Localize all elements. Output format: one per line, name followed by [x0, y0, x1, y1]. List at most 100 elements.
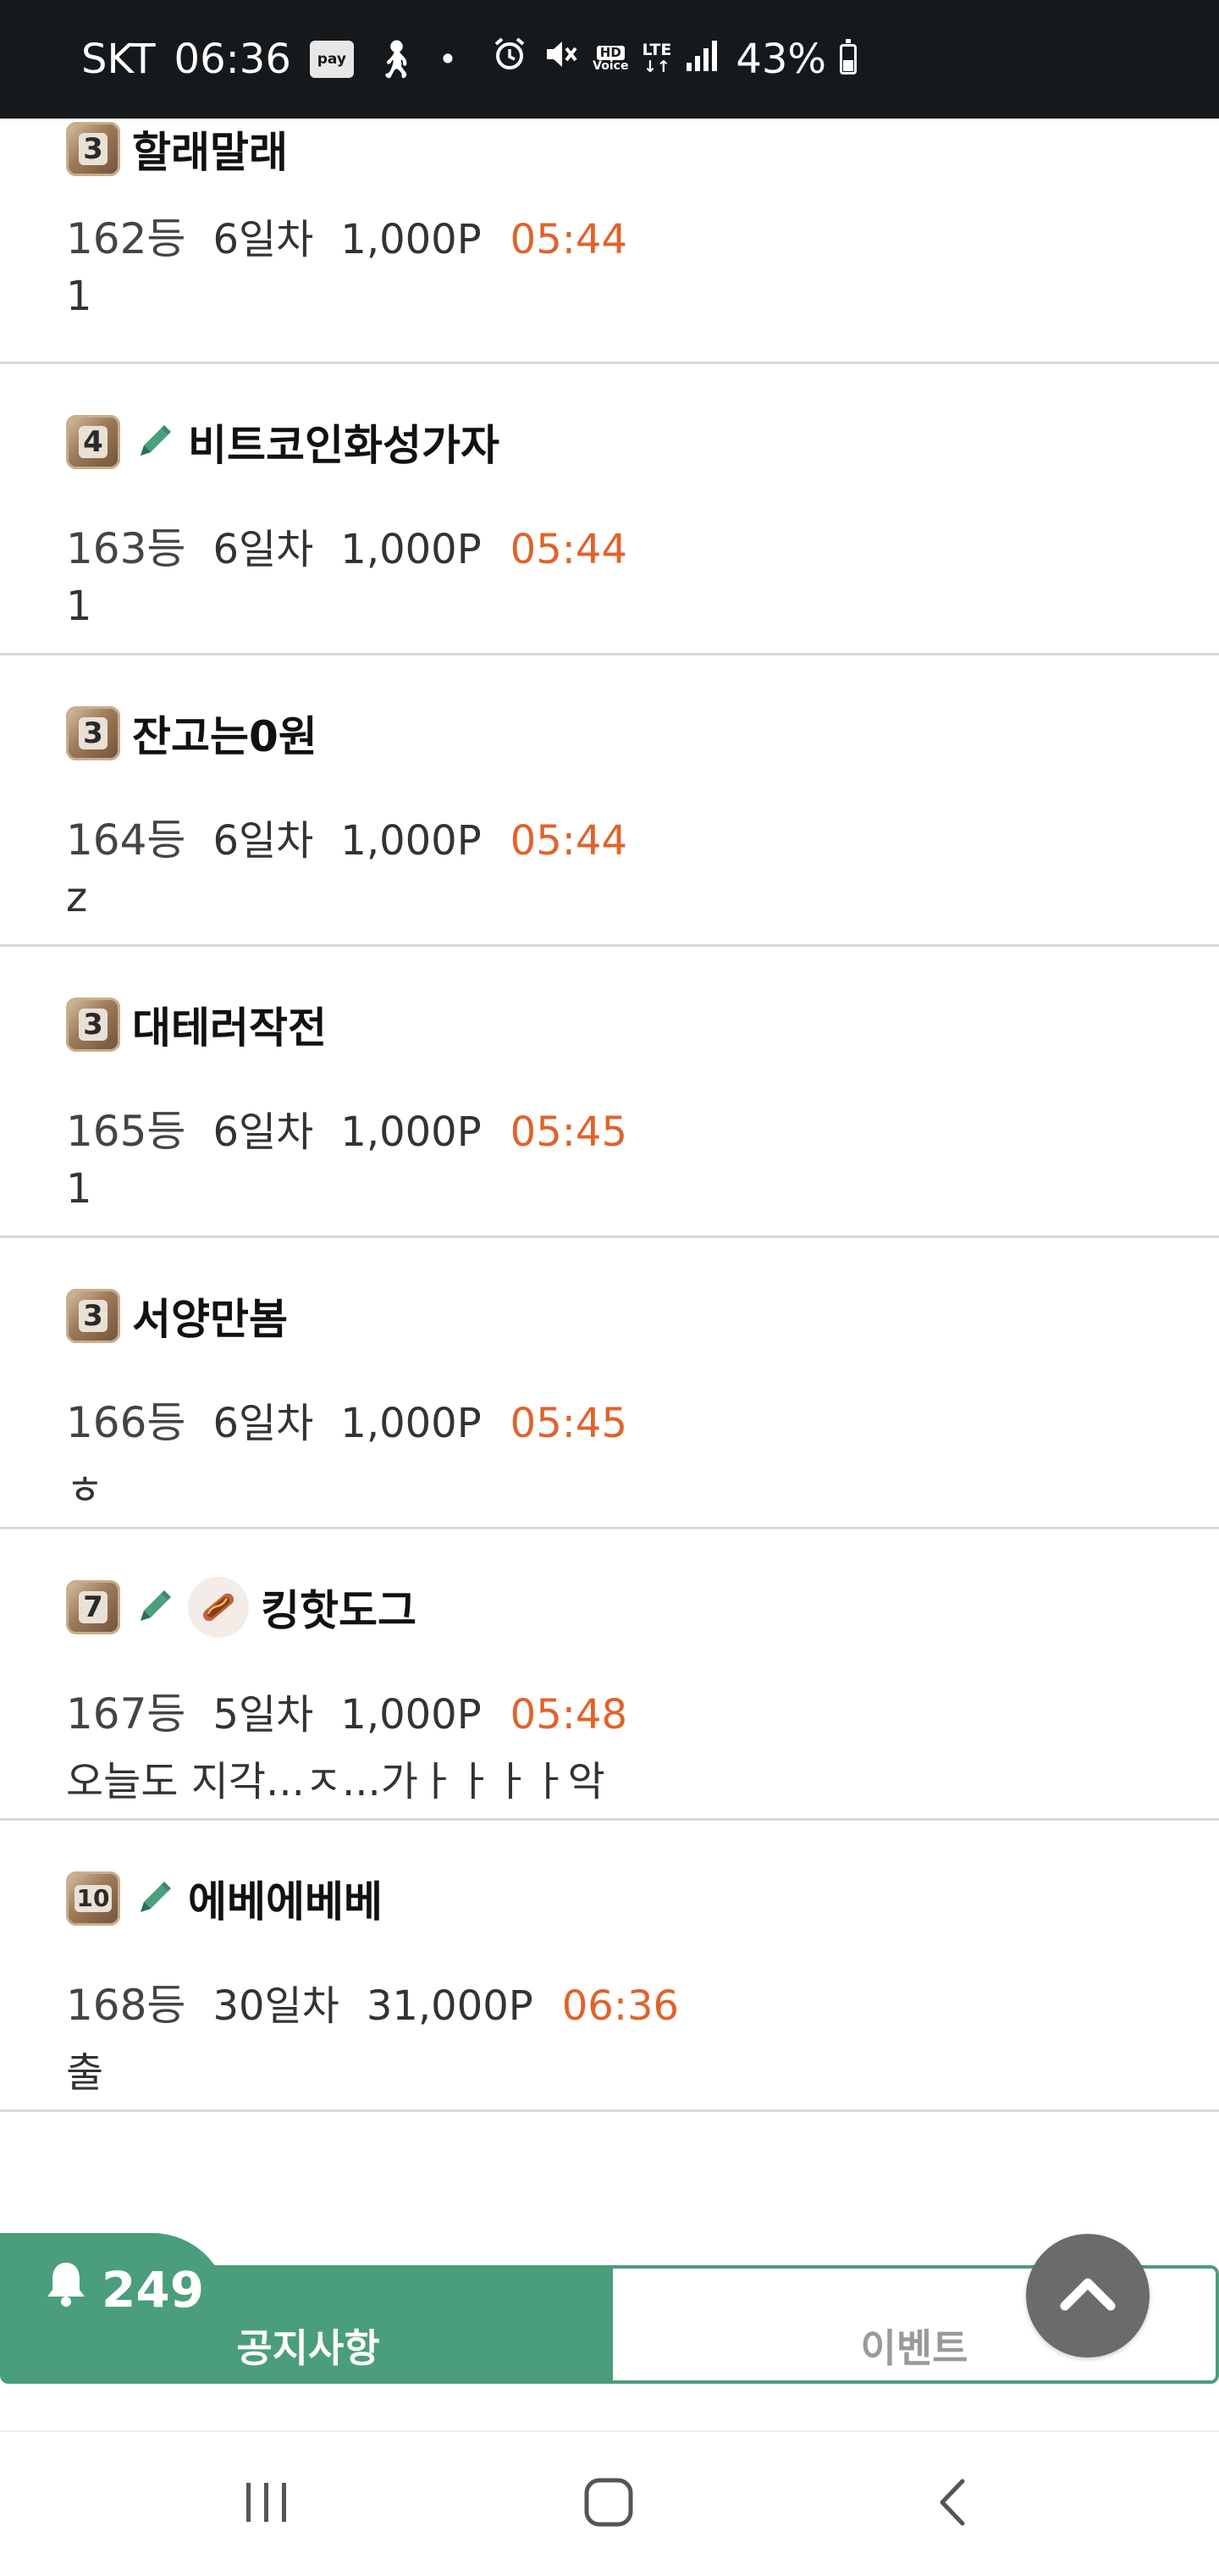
check-in-time: 05:48 — [510, 1691, 627, 1739]
comment-text: 출 — [66, 2049, 104, 2097]
pencil-icon — [132, 420, 176, 464]
level-number: 10 — [74, 1885, 113, 1912]
meta-row: 166등 6일차 1,000P 05:45 — [66, 1389, 627, 1450]
list-item[interactable]: 3 대테러작전 165등 6일차 1,000P 05:45 1 — [0, 947, 1219, 1238]
points: 1,000P — [340, 1691, 482, 1739]
battery-percent: 43% — [736, 36, 827, 83]
comment-text: 1 — [66, 273, 92, 320]
level-badge-icon: 4 — [66, 415, 120, 469]
list-item[interactable]: 3 할래말래 162등 6일차 1,000P 05:44 1 — [0, 119, 1219, 364]
points: 1,000P — [340, 526, 482, 573]
points: 1,000P — [340, 216, 482, 263]
comment-text: 오늘도 지각...ㅈ...가ㅏㅏㅏㅏ악 — [66, 1758, 605, 1805]
attendance-days: 30일차 — [212, 1982, 339, 2030]
name-row: 3 잔고는0원 — [66, 703, 317, 764]
status-bar: SKT 06:36 pay 🚶︎ • HD Voice LTE ↓↑ 43% — [0, 0, 1219, 119]
recent-apps-button[interactable] — [229, 2466, 305, 2542]
hd-label: HD — [596, 46, 625, 60]
voice-label: Voice — [593, 58, 629, 73]
list-item[interactable]: 3 잔고는0원 164등 6일차 1,000P 05:44 z — [0, 655, 1219, 947]
level-badge-icon: 7 — [66, 1580, 120, 1634]
level-number: 7 — [79, 1591, 108, 1623]
name-row: 3 할래말래 — [66, 119, 288, 180]
hotdog-avatar-icon — [188, 1577, 249, 1638]
name-row: 4 비트코인화성가자 — [66, 412, 499, 473]
check-in-time: 05:44 — [510, 216, 627, 263]
rank: 167등 — [66, 1689, 186, 1739]
attendance-days: 6일차 — [212, 216, 314, 263]
rank: 168등 — [66, 1981, 186, 2030]
level-badge-icon: 10 — [66, 1871, 120, 1926]
lte-icon: LTE ↓↑ — [642, 41, 672, 76]
level-badge-icon: 3 — [66, 998, 120, 1052]
name-row: 3 대테러작전 — [66, 994, 327, 1055]
notification-count: 249 — [102, 2261, 205, 2319]
user-name[interactable]: 잔고는0원 — [132, 703, 317, 764]
check-in-time: 06:36 — [561, 1982, 680, 2030]
name-row: 7 킹핫도그 — [66, 1577, 416, 1638]
hd-voice-icon: HD Voice — [593, 46, 628, 73]
meta-row: 164등 6일차 1,000P 05:44 — [66, 806, 627, 867]
level-number: 4 — [79, 426, 108, 458]
attendance-days: 6일차 — [212, 1400, 314, 1447]
battery-icon — [840, 39, 858, 75]
points: 1,000P — [340, 817, 482, 865]
list-item[interactable]: 10 에베에베베 168등 30일차 31,000P 06:36 출 — [0, 1821, 1219, 2112]
name-row: 10 에베에베베 — [66, 1868, 383, 1929]
rank: 165등 — [66, 1107, 186, 1156]
user-name[interactable]: 서양만봄 — [132, 1285, 288, 1346]
mute-icon — [542, 36, 579, 83]
rank: 166등 — [66, 1398, 186, 1447]
status-left: SKT 06:36 pay 🚶︎ • — [81, 36, 457, 83]
more-notifications-dot-icon: • — [438, 41, 458, 78]
notification-person-icon: 🚶︎ — [372, 38, 420, 81]
level-badge-icon: 3 — [66, 1289, 120, 1343]
attendance-days: 6일차 — [212, 526, 314, 573]
points: 1,000P — [340, 1400, 482, 1447]
scroll-top-button[interactable] — [1026, 2234, 1150, 2358]
level-badge-icon: 3 — [66, 122, 120, 176]
check-in-time: 05:45 — [510, 1108, 627, 1156]
points: 31,000P — [366, 1982, 533, 2030]
check-in-time: 05:45 — [510, 1400, 627, 1447]
comment-text: z — [66, 874, 88, 921]
status-right: HD Voice LTE ↓↑ 43% — [491, 36, 858, 83]
navigation-bar — [0, 2430, 1219, 2576]
comment-text: 1 — [66, 583, 92, 630]
pay-icon: pay — [309, 41, 354, 78]
user-name[interactable]: 에베에베베 — [188, 1868, 383, 1929]
level-number: 3 — [79, 133, 108, 165]
lte-label: LTE — [642, 41, 672, 60]
back-icon — [935, 2476, 969, 2532]
user-name[interactable]: 비트코인화성가자 — [188, 412, 499, 473]
meta-row: 167등 5일차 1,000P 05:48 — [66, 1680, 627, 1741]
level-number: 3 — [79, 717, 108, 749]
rank: 162등 — [66, 214, 186, 263]
list-item[interactable]: 3 서양만봄 166등 6일차 1,000P 05:45 ㅎ — [0, 1238, 1219, 1529]
home-button[interactable] — [571, 2466, 647, 2542]
alarm-icon — [491, 36, 528, 83]
back-button[interactable] — [914, 2466, 990, 2542]
meta-row: 168등 30일차 31,000P 06:36 — [66, 1971, 679, 2032]
user-name[interactable]: 킹핫도그 — [261, 1577, 416, 1638]
recent-apps-icon — [241, 2479, 292, 2529]
signal-icon — [685, 36, 722, 83]
user-name[interactable]: 대테러작전 — [132, 994, 327, 1055]
list-item[interactable]: 4 비트코인화성가자 163등 6일차 1,000P 05:44 1 — [0, 364, 1219, 655]
bell-icon — [44, 2259, 88, 2320]
list-item[interactable]: 7 킹핫도그 167등 5일차 1,000P 05:48 오늘도 지각...ㅈ...가ㅏㅏㅏ… — [0, 1529, 1219, 1821]
comment-text: ㅎ — [66, 1467, 104, 1514]
clock: 06:36 — [174, 36, 291, 83]
level-badge-icon: 3 — [66, 706, 120, 760]
attendance-days: 6일차 — [212, 1108, 314, 1156]
user-name[interactable]: 할래말래 — [132, 119, 288, 180]
level-number: 3 — [79, 1009, 108, 1041]
chevron-up-icon — [1058, 2275, 1117, 2316]
meta-row: 162등 6일차 1,000P 05:44 — [66, 205, 627, 266]
notification-bell-button[interactable]: 249 — [44, 2259, 204, 2320]
data-arrows-icon: ↓↑ — [643, 58, 670, 76]
attendance-feed: 3 할래말래 162등 6일차 1,000P 05:44 1 4 비트코인화성가자 163등 6일차… — [0, 119, 1219, 2112]
level-number: 3 — [79, 1300, 108, 1332]
attendance-days: 5일차 — [212, 1691, 314, 1739]
rank: 163등 — [66, 524, 186, 573]
